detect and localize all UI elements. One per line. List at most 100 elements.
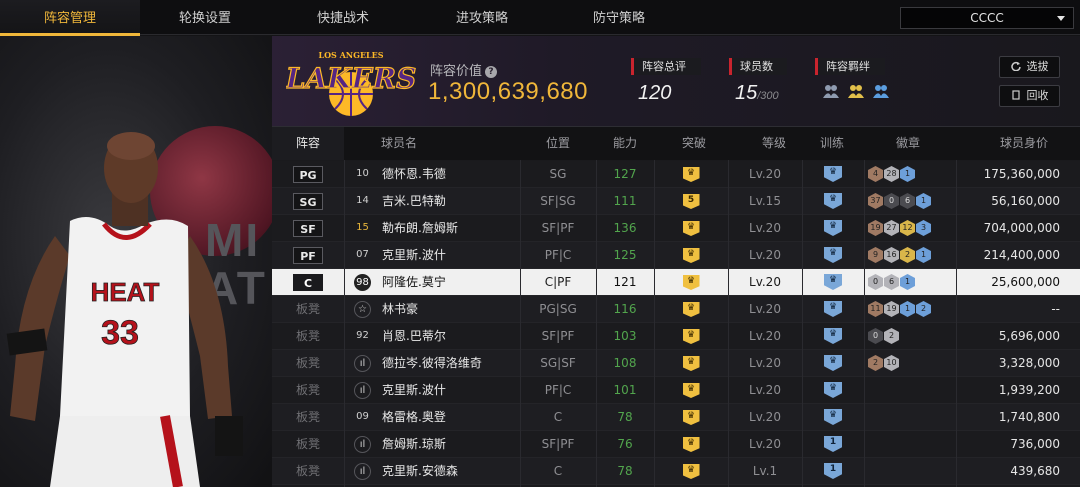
cell-badges[interactable]: 37 0 6 1 xyxy=(868,188,956,215)
cell-badges[interactable] xyxy=(868,431,956,458)
cell-badges[interactable]: 4 28 1 xyxy=(868,161,956,188)
player-name[interactable]: 肖恩.巴蒂尔 xyxy=(382,323,446,350)
badge-hex-icon[interactable]: 28 xyxy=(884,166,899,182)
breakthrough-crown-icon[interactable]: 5 xyxy=(682,194,700,209)
training-shield-icon[interactable]: ♛ xyxy=(824,355,842,371)
col-ability[interactable]: 能力 xyxy=(596,127,654,160)
badge-hex-icon[interactable]: 6 xyxy=(884,274,899,290)
tab-quick-tactics[interactable]: 快捷战术 xyxy=(273,0,413,35)
player-name[interactable]: 林书豪 xyxy=(382,296,418,323)
cell-badges[interactable] xyxy=(868,458,956,485)
badge-hex-icon[interactable]: 2 xyxy=(884,328,899,344)
player-name[interactable]: 詹姆斯.琼斯 xyxy=(382,431,446,458)
training-shield-icon[interactable]: ♛ xyxy=(824,409,842,425)
player-name[interactable]: 格雷格.奥登 xyxy=(382,404,446,431)
training-shield-icon[interactable]: ♛ xyxy=(824,220,842,236)
player-name[interactable]: 阿隆佐.莫宁 xyxy=(382,269,446,296)
cell-badges[interactable] xyxy=(868,377,956,404)
table-row[interactable]: 板凳 09 格雷格.奥登 C 78 ♛ Lv.20 ♛ 1,740,800 xyxy=(272,404,1080,431)
cell-breakthrough[interactable]: ♛ xyxy=(654,458,728,485)
cell-name[interactable]: 14 吉米.巴特勒 xyxy=(348,188,518,215)
team-bond-icon[interactable] xyxy=(822,82,840,100)
player-name[interactable]: 德拉岑.彼得洛维奇 xyxy=(382,350,482,377)
badge-hex-icon[interactable]: 37 xyxy=(868,193,883,209)
badge-hex-icon[interactable]: 4 xyxy=(868,166,883,182)
table-row[interactable]: 板凳 92 肖恩.巴蒂尔 SF|PF 103 ♛ Lv.20 ♛ 0 2 5,696,000 xyxy=(272,323,1080,350)
recycle-button[interactable]: 回收 xyxy=(999,85,1060,107)
breakthrough-crown-icon[interactable]: ♛ xyxy=(682,329,700,344)
breakthrough-crown-icon[interactable]: ♛ xyxy=(682,437,700,452)
team-select[interactable]: CCCC xyxy=(900,7,1074,29)
select-button[interactable]: 选拔 xyxy=(999,56,1060,78)
breakthrough-crown-icon[interactable]: ♛ xyxy=(682,248,700,263)
badge-hex-icon[interactable]: 2 xyxy=(900,247,915,263)
table-row[interactable]: 板凳 ıl 詹姆斯.琼斯 SF|PF 76 ♛ Lv.20 1 736,000 xyxy=(272,431,1080,458)
breakthrough-crown-icon[interactable]: ♛ xyxy=(682,221,700,236)
cell-training[interactable]: ♛ xyxy=(802,215,864,242)
badge-hex-icon[interactable]: 1 xyxy=(900,166,915,182)
tab-defense[interactable]: 防守策略 xyxy=(549,0,689,35)
badge-hex-icon[interactable]: 0 xyxy=(884,193,899,209)
badge-hex-icon[interactable]: 0 xyxy=(868,328,883,344)
badge-hex-icon[interactable]: 27 xyxy=(884,220,899,236)
cell-training[interactable]: ♛ xyxy=(802,323,864,350)
breakthrough-crown-icon[interactable]: ♛ xyxy=(682,167,700,182)
cell-training[interactable]: 1 xyxy=(802,431,864,458)
cell-breakthrough[interactable]: ♛ xyxy=(654,296,728,323)
player-name[interactable]: 德怀恩.韦德 xyxy=(382,161,446,188)
badge-hex-icon[interactable]: 9 xyxy=(868,247,883,263)
badge-hex-icon[interactable]: 0 xyxy=(868,274,883,290)
cell-badges[interactable]: 2 10 xyxy=(868,350,956,377)
badge-hex-icon[interactable]: 1 xyxy=(900,301,915,317)
col-name[interactable]: 球员名 xyxy=(344,127,454,160)
team-bond-icon[interactable] xyxy=(872,82,890,100)
cell-breakthrough[interactable]: ♛ xyxy=(654,215,728,242)
badge-hex-icon[interactable]: 1 xyxy=(900,274,915,290)
cell-breakthrough[interactable]: ♛ xyxy=(654,377,728,404)
cell-breakthrough[interactable]: ♛ xyxy=(654,323,728,350)
breakthrough-crown-icon[interactable]: ♛ xyxy=(682,275,700,290)
badge-hex-icon[interactable]: 3 xyxy=(916,220,931,236)
table-row[interactable]: SG 14 吉米.巴特勒 SF|SG 111 5 Lv.15 ♛ 37 0 6 1 56,160,000 xyxy=(272,188,1080,215)
training-shield-icon[interactable]: ♛ xyxy=(824,301,842,317)
training-shield-icon[interactable]: ♛ xyxy=(824,382,842,398)
training-shield-icon[interactable]: ♛ xyxy=(824,193,842,209)
breakthrough-crown-icon[interactable]: ♛ xyxy=(682,383,700,398)
cell-badges[interactable]: 11 19 1 2 xyxy=(868,296,956,323)
training-shield-icon[interactable]: ♛ xyxy=(824,166,842,182)
breakthrough-crown-icon[interactable]: ♛ xyxy=(682,464,700,479)
badge-hex-icon[interactable]: 16 xyxy=(884,247,899,263)
training-shield-icon[interactable]: 1 xyxy=(824,463,842,479)
cell-training[interactable]: ♛ xyxy=(802,377,864,404)
cell-training[interactable]: ♛ xyxy=(802,188,864,215)
badge-hex-icon[interactable]: 11 xyxy=(868,301,883,317)
col-slot[interactable]: 阵容 xyxy=(272,127,344,160)
cell-badges[interactable] xyxy=(868,404,956,431)
cell-badges[interactable]: 19 27 12 3 xyxy=(868,215,956,242)
cell-name[interactable]: ıl 詹姆斯.琼斯 xyxy=(348,431,518,458)
training-shield-icon[interactable]: ♛ xyxy=(824,274,842,290)
cell-breakthrough[interactable]: ♛ xyxy=(654,269,728,296)
tab-lineup[interactable]: 阵容管理 xyxy=(0,0,140,36)
player-name[interactable]: 克里斯.安德森 xyxy=(382,458,458,485)
cell-name[interactable]: ☆ 林书豪 xyxy=(348,296,518,323)
table-row[interactable]: PF 07 克里斯.波什 PF|C 125 ♛ Lv.20 ♛ 9 16 2 1 214,400,000 xyxy=(272,242,1080,269)
player-name[interactable]: 克里斯.波什 xyxy=(382,242,446,269)
cell-training[interactable]: ♛ xyxy=(802,350,864,377)
badge-hex-icon[interactable]: 1 xyxy=(916,193,931,209)
table-row[interactable]: 板凳 ıl 德拉岑.彼得洛维奇 SG|SF 108 ♛ Lv.20 ♛ 2 10 3,328,000 xyxy=(272,350,1080,377)
badge-hex-icon[interactable]: 19 xyxy=(884,301,899,317)
cell-breakthrough[interactable]: ♛ xyxy=(654,431,728,458)
cell-name[interactable]: ıl 德拉岑.彼得洛维奇 xyxy=(348,350,518,377)
col-training[interactable]: 训练 xyxy=(802,127,862,160)
team-bond-icon[interactable] xyxy=(847,82,865,100)
col-position[interactable]: 位置 xyxy=(520,127,596,160)
cell-name[interactable]: 09 格雷格.奥登 xyxy=(348,404,518,431)
cell-badges[interactable]: 02 xyxy=(868,323,956,350)
cell-training[interactable]: 1 xyxy=(802,458,864,485)
cell-training[interactable]: ♛ xyxy=(802,296,864,323)
table-row[interactable]: SF 15 勒布朗.詹姆斯 SF|PF 136 ♛ Lv.20 ♛ 19 27 12 3 704,000… xyxy=(272,215,1080,242)
player-name[interactable]: 克里斯.波什 xyxy=(382,377,446,404)
breakthrough-crown-icon[interactable]: ♛ xyxy=(682,410,700,425)
col-breakthrough[interactable]: 突破 xyxy=(654,127,734,160)
